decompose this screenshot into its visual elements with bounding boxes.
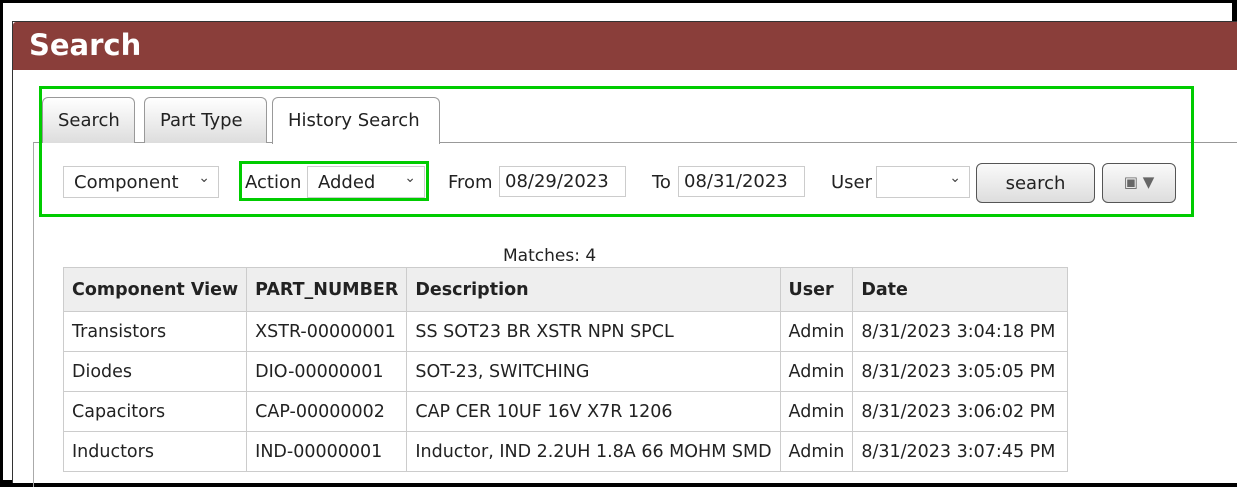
column-header[interactable]: PART_NUMBER — [246, 267, 408, 312]
page-title: Search — [29, 28, 142, 62]
highlight-box — [39, 86, 1194, 217]
search-panel: Search Search Part Type History Search C… — [12, 21, 1237, 487]
table-cell: Diodes — [62, 351, 248, 392]
header: Search — [13, 22, 1237, 70]
table-row[interactable]: Capacitors CAP-00000002 CAP CER 10UF 16V X… — [62, 391, 1069, 432]
table-cell: 8/31/2023 3:04:18 PM — [852, 311, 1069, 352]
column-header[interactable]: Description — [406, 267, 781, 312]
table-cell: 8/31/2023 3:06:02 PM — [852, 391, 1069, 432]
table-cell: Admin — [779, 431, 854, 472]
column-header[interactable]: Date — [852, 267, 1069, 312]
table-cell: 8/31/2023 3:07:45 PM — [852, 431, 1069, 472]
table-cell: IND-00000001 — [246, 431, 408, 472]
table-cell: XSTR-00000001 — [246, 311, 408, 352]
table-row[interactable]: Transistors XSTR-00000001 SS SOT23 BR XSTR… — [62, 311, 1069, 352]
table-row[interactable]: Diodes DIO-00000001 SOT-23, SWITCHING Admin… — [62, 351, 1069, 392]
table-cell: Admin — [779, 391, 854, 432]
matches-count: Matches: 4 — [503, 246, 597, 266]
column-header[interactable]: Component View — [62, 267, 248, 312]
table-cell: Admin — [779, 351, 854, 392]
table-cell: Inductors — [62, 431, 248, 472]
table-cell: CAP-00000002 — [246, 391, 408, 432]
table-cell: DIO-00000001 — [246, 351, 408, 392]
results-table: Component View PART_NUMBER Description U… — [62, 267, 1069, 472]
table-cell: 8/31/2023 3:05:05 PM — [852, 351, 1069, 392]
table-cell: Transistors — [62, 311, 248, 352]
table-cell: CAP CER 10UF 16V X7R 1206 — [406, 391, 781, 432]
table-cell: SOT-23, SWITCHING — [406, 351, 781, 392]
column-header[interactable]: User — [779, 267, 854, 312]
table-cell: SS SOT23 BR XSTR NPN SPCL — [406, 311, 781, 352]
table-cell: Inductor, IND 2.2UH 1.8A 66 MOHM SMD — [406, 431, 781, 472]
table-cell: Admin — [779, 311, 854, 352]
table-cell: Capacitors — [62, 391, 248, 432]
table-row[interactable]: Inductors IND-00000001 Inductor, IND 2.2UH… — [62, 431, 1069, 472]
highlight-box-action — [239, 161, 429, 201]
